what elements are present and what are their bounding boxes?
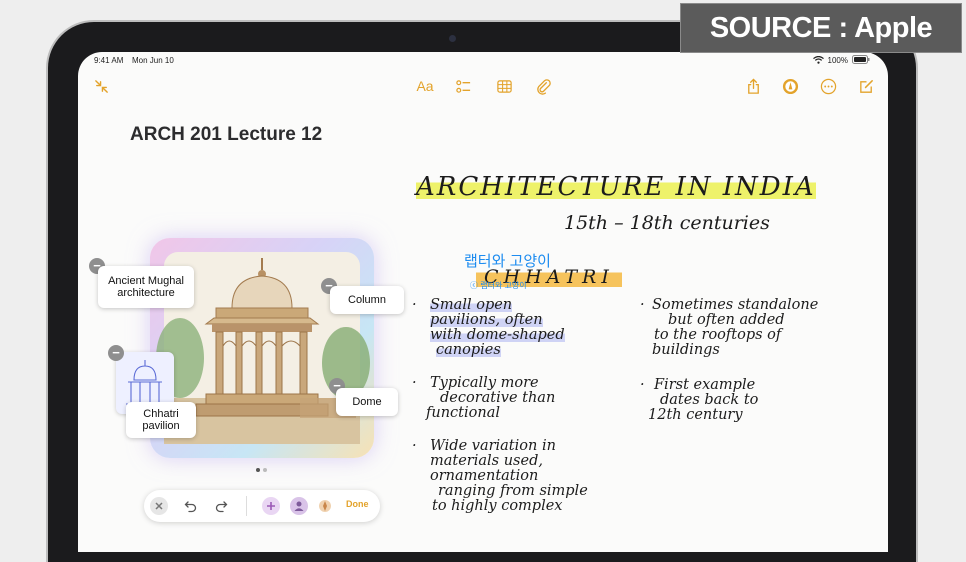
handwritten-heading: ARCHITECTURE IN INDIA xyxy=(416,172,816,202)
done-button[interactable]: Done xyxy=(346,499,369,509)
share-icon[interactable] xyxy=(742,76,764,96)
bullet: · xyxy=(412,297,417,313)
note-line: functional xyxy=(426,405,500,421)
table-icon[interactable] xyxy=(493,76,515,96)
notes-right-column: · Sometimes standalone but often added t… xyxy=(640,298,818,423)
status-time: 9:41 AM xyxy=(94,56,124,65)
bullet: · xyxy=(412,438,417,454)
note-line: canopies xyxy=(436,342,501,358)
undo-icon[interactable] xyxy=(182,497,200,515)
paperclip-icon[interactable] xyxy=(532,76,554,96)
bullet: · xyxy=(640,377,645,393)
redo-icon[interactable] xyxy=(212,497,230,515)
wifi-icon xyxy=(812,55,824,66)
more-icon[interactable] xyxy=(817,76,839,96)
callout-mughal-architecture[interactable]: Ancient Mughal architecture xyxy=(98,266,194,308)
note-line: First example xyxy=(654,377,756,393)
add-element-icon[interactable] xyxy=(262,497,280,515)
battery-icon xyxy=(852,55,870,66)
note-line: materials used, xyxy=(430,453,543,469)
callout-mughal-label: Ancient Mughal architecture xyxy=(108,275,184,299)
note-point: · Typically more decorative than functio… xyxy=(412,376,588,421)
watermark-copyright: ⓒ 랩터와 고양이 xyxy=(470,281,527,290)
person-icon[interactable] xyxy=(290,497,308,515)
note-line: with dome-shaped xyxy=(430,327,565,343)
note-line: ranging from simple xyxy=(438,483,588,499)
pager-dot[interactable] xyxy=(263,468,267,472)
toolbar-divider xyxy=(246,496,247,516)
note-title[interactable]: ARCH 201 Lecture 12 xyxy=(130,124,322,146)
checklist-icon[interactable] xyxy=(452,76,474,96)
note-line: Sometimes standalone xyxy=(652,297,819,313)
note-line: buildings xyxy=(652,342,720,358)
callout-column[interactable]: Column xyxy=(330,286,404,314)
note-line: dates back to xyxy=(660,392,759,408)
collapse-icon[interactable] xyxy=(90,76,112,96)
callout-chhatri-label: Chhatri pavilion xyxy=(142,408,180,432)
note-point: · Wide variation in materials used, orna… xyxy=(412,439,588,514)
format-text-button[interactable]: Aa xyxy=(414,76,436,96)
notes-screen: 9:41 AM Mon Jun 10 100% Aa ARCH 201 Lect… xyxy=(78,52,888,552)
callout-column-label: Column xyxy=(348,294,386,306)
note-line: pavilions, often xyxy=(430,312,543,328)
image-pager[interactable] xyxy=(256,468,267,472)
note-line: 12th century xyxy=(648,407,743,423)
compose-icon[interactable] xyxy=(855,76,877,96)
callout-chhatri-pavilion[interactable]: Chhatri pavilion xyxy=(126,402,196,438)
source-badge: SOURCE : Apple xyxy=(680,3,962,53)
battery-percent: 100% xyxy=(827,56,848,65)
note-point: · First example dates back to 12th centu… xyxy=(640,378,818,423)
note-line: but often added xyxy=(668,312,785,328)
bullet: · xyxy=(412,375,417,391)
watermark-text: 랩터와 고양이 xyxy=(464,253,551,270)
notes-left-column: · Small open pavilions, often with dome-… xyxy=(412,297,588,514)
note-line: Wide variation in xyxy=(430,438,556,454)
image-action-bar: Done xyxy=(144,490,380,522)
handwritten-subheading: 15th – 18th centuries xyxy=(564,212,770,234)
pager-dot-active[interactable] xyxy=(256,468,260,472)
style-thumbnail-icon[interactable] xyxy=(316,497,334,515)
callout-dome-label: Dome xyxy=(352,396,382,408)
bullet: · xyxy=(640,297,645,313)
status-date: Mon Jun 10 xyxy=(132,56,174,65)
close-icon[interactable] xyxy=(150,497,168,515)
note-line: decorative than xyxy=(440,390,556,406)
note-line: to the rooftops of xyxy=(654,327,782,343)
note-line: ornamentation xyxy=(430,468,539,484)
camera xyxy=(449,35,456,42)
callout-dome[interactable]: Dome xyxy=(336,388,398,416)
note-line: Typically more xyxy=(430,375,539,391)
markup-pen-icon[interactable] xyxy=(779,76,801,96)
remove-callout-chhatri-button[interactable]: − xyxy=(108,345,124,361)
note-point: · Sometimes standalone but often added t… xyxy=(640,298,818,358)
note-line: Small open xyxy=(430,297,513,313)
note-point: · Small open pavilions, often with dome-… xyxy=(412,297,588,358)
status-indicators: 100% xyxy=(812,55,870,66)
note-line: to highly complex xyxy=(432,498,563,514)
